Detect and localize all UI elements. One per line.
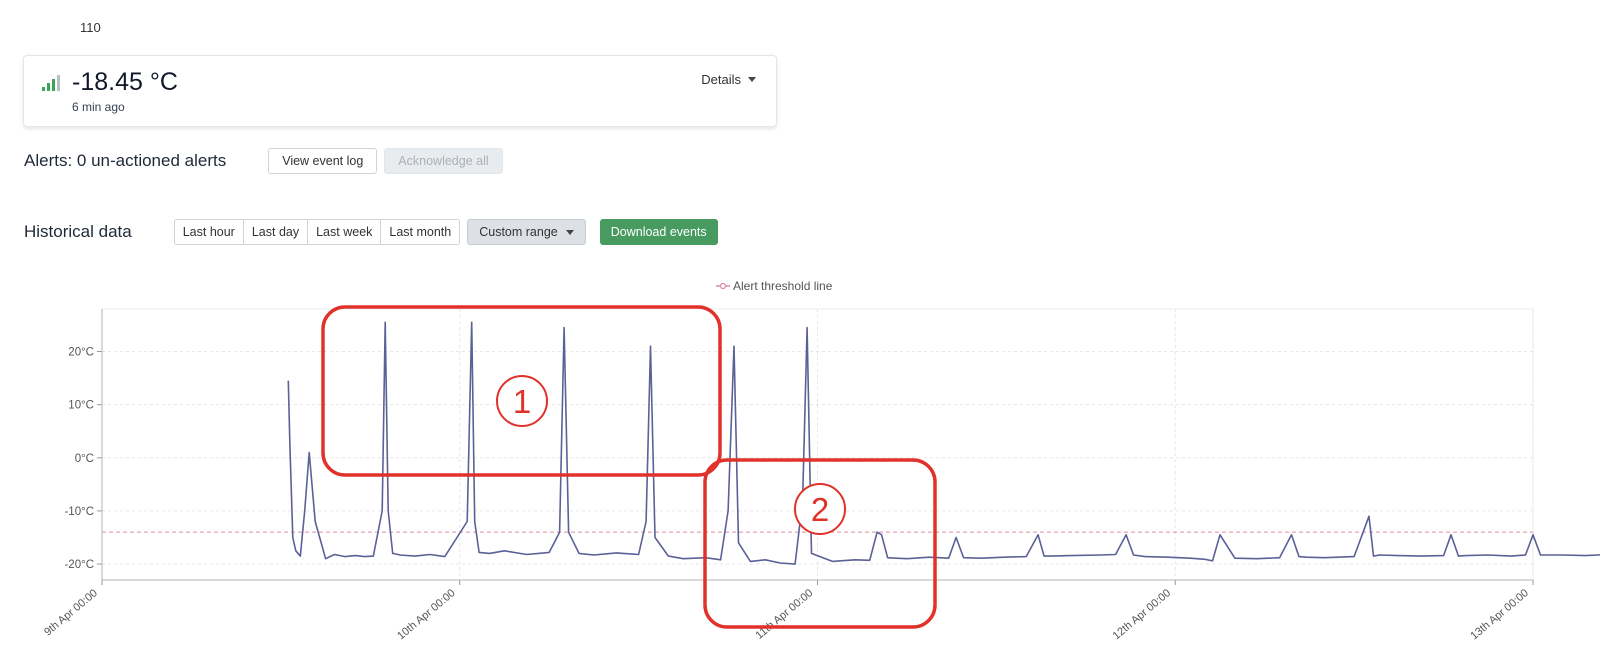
- range-last-month-button[interactable]: Last month: [380, 219, 461, 245]
- alerts-summary: Alerts: 0 un-actioned alerts: [24, 151, 227, 170]
- range-last-week-button[interactable]: Last week: [307, 219, 382, 245]
- y-tick-label: -10°C: [64, 506, 94, 518]
- range-last-day-button[interactable]: Last day: [242, 219, 309, 245]
- historical-data-title: Historical data: [24, 222, 132, 241]
- range-last-hour-button[interactable]: Last hour: [173, 219, 244, 245]
- x-axis: 9th Apr 00:00 10th Apr 00:00 11th Apr 00:0…: [42, 579, 1534, 642]
- x-tick-label: 10th Apr 00:00: [395, 587, 458, 642]
- y-tick-label: 0°C: [75, 453, 94, 465]
- x-tick-label: 11th Apr 00:00: [754, 587, 816, 642]
- annotation-label-2: 2: [811, 491, 829, 528]
- y-tick-label: -20°C: [64, 559, 94, 571]
- chart-grid: [101, 308, 1534, 581]
- reading-timestamp: 6 min ago: [72, 100, 125, 114]
- chart-legend: Alert threshold line: [716, 279, 833, 293]
- historical-controls: Historical data Last hour Last day Last …: [24, 219, 718, 245]
- caret-down-icon: [565, 229, 574, 235]
- range-button-group: Last hour Last day Last week Last month: [173, 219, 461, 245]
- y-axis: 20°C 10°C 0°C -10°C -20°C: [64, 309, 103, 580]
- annotation-label-1: 1: [513, 383, 531, 420]
- current-temperature: -18.45 °C: [72, 68, 178, 96]
- legend-threshold-marker: [719, 282, 727, 290]
- y-tick-label: 20°C: [68, 347, 94, 359]
- details-dropdown[interactable]: Details: [701, 72, 756, 87]
- download-events-button[interactable]: Download events: [599, 219, 718, 245]
- x-tick-label: 12th Apr 00:00: [1111, 587, 1174, 642]
- y-tick-label: 10°C: [68, 400, 94, 412]
- details-label: Details: [701, 72, 741, 87]
- custom-range-dropdown[interactable]: Custom range: [467, 219, 586, 245]
- view-event-log-button[interactable]: View event log: [268, 148, 378, 174]
- caret-down-icon: [748, 77, 756, 82]
- temperature-chart: Alert threshold line 20°C 10°C 0°C -10°C -20…: [42, 279, 1600, 642]
- custom-range-label: Custom range: [479, 225, 558, 239]
- temperature-series-line: [287, 321, 1600, 565]
- x-tick-label: 9th Apr 00:00: [42, 587, 100, 638]
- legend-label: Alert threshold line: [733, 279, 833, 293]
- signal-bars-icon: [42, 75, 60, 91]
- x-tick-label: 13th Apr 00:00: [1468, 587, 1531, 642]
- reading-card: -18.45 °C 6 min ago Details: [23, 55, 777, 127]
- acknowledge-all-button[interactable]: Acknowledge all: [384, 148, 503, 174]
- annotations: 1 2: [321, 305, 937, 629]
- device-id: 110: [80, 20, 101, 35]
- alerts-row: Alerts: 0 un-actioned alerts View event …: [24, 148, 503, 174]
